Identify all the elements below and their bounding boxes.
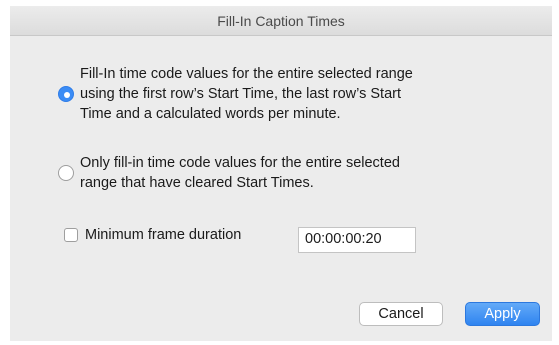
fill-in-caption-times-dialog: Fill-In Caption Times Fill-In time code …	[0, 0, 559, 345]
option-fill-all[interactable]: Fill-In time code values for the entire …	[58, 64, 528, 124]
option-fill-all-line2: using the first row’s Start Time, the la…	[80, 86, 401, 102]
dialog-content: Fill-In time code values for the entire …	[10, 36, 552, 341]
apply-button[interactable]: Apply	[465, 302, 540, 326]
min-duration-label[interactable]: Minimum frame duration	[85, 227, 241, 243]
option-fill-cleared[interactable]: Only fill-in time code values for the en…	[58, 153, 528, 193]
option-fill-all-line1: Fill-In time code values for the entire …	[80, 66, 413, 82]
dialog-title: Fill-In Caption Times	[217, 13, 345, 29]
title-bar[interactable]: Fill-In Caption Times	[10, 6, 552, 36]
min-duration-checkbox[interactable]	[64, 228, 78, 242]
option-fill-cleared-label: Only fill-in time code values for the en…	[80, 153, 400, 193]
radio-fill-cleared[interactable]	[58, 165, 74, 181]
min-duration-row: Minimum frame duration	[64, 227, 241, 243]
radio-selected-dot	[64, 92, 70, 98]
min-duration-timecode-field[interactable]: 00:00:00:20	[298, 227, 416, 253]
option-fill-cleared-line2: range that have cleared Start Times.	[80, 175, 314, 191]
option-fill-all-line3: Time and a calculated words per minute.	[80, 106, 341, 122]
option-fill-all-label: Fill-In time code values for the entire …	[80, 64, 413, 124]
radio-fill-all[interactable]	[58, 86, 74, 102]
option-fill-cleared-line1: Only fill-in time code values for the en…	[80, 155, 400, 171]
cancel-button[interactable]: Cancel	[359, 302, 443, 326]
